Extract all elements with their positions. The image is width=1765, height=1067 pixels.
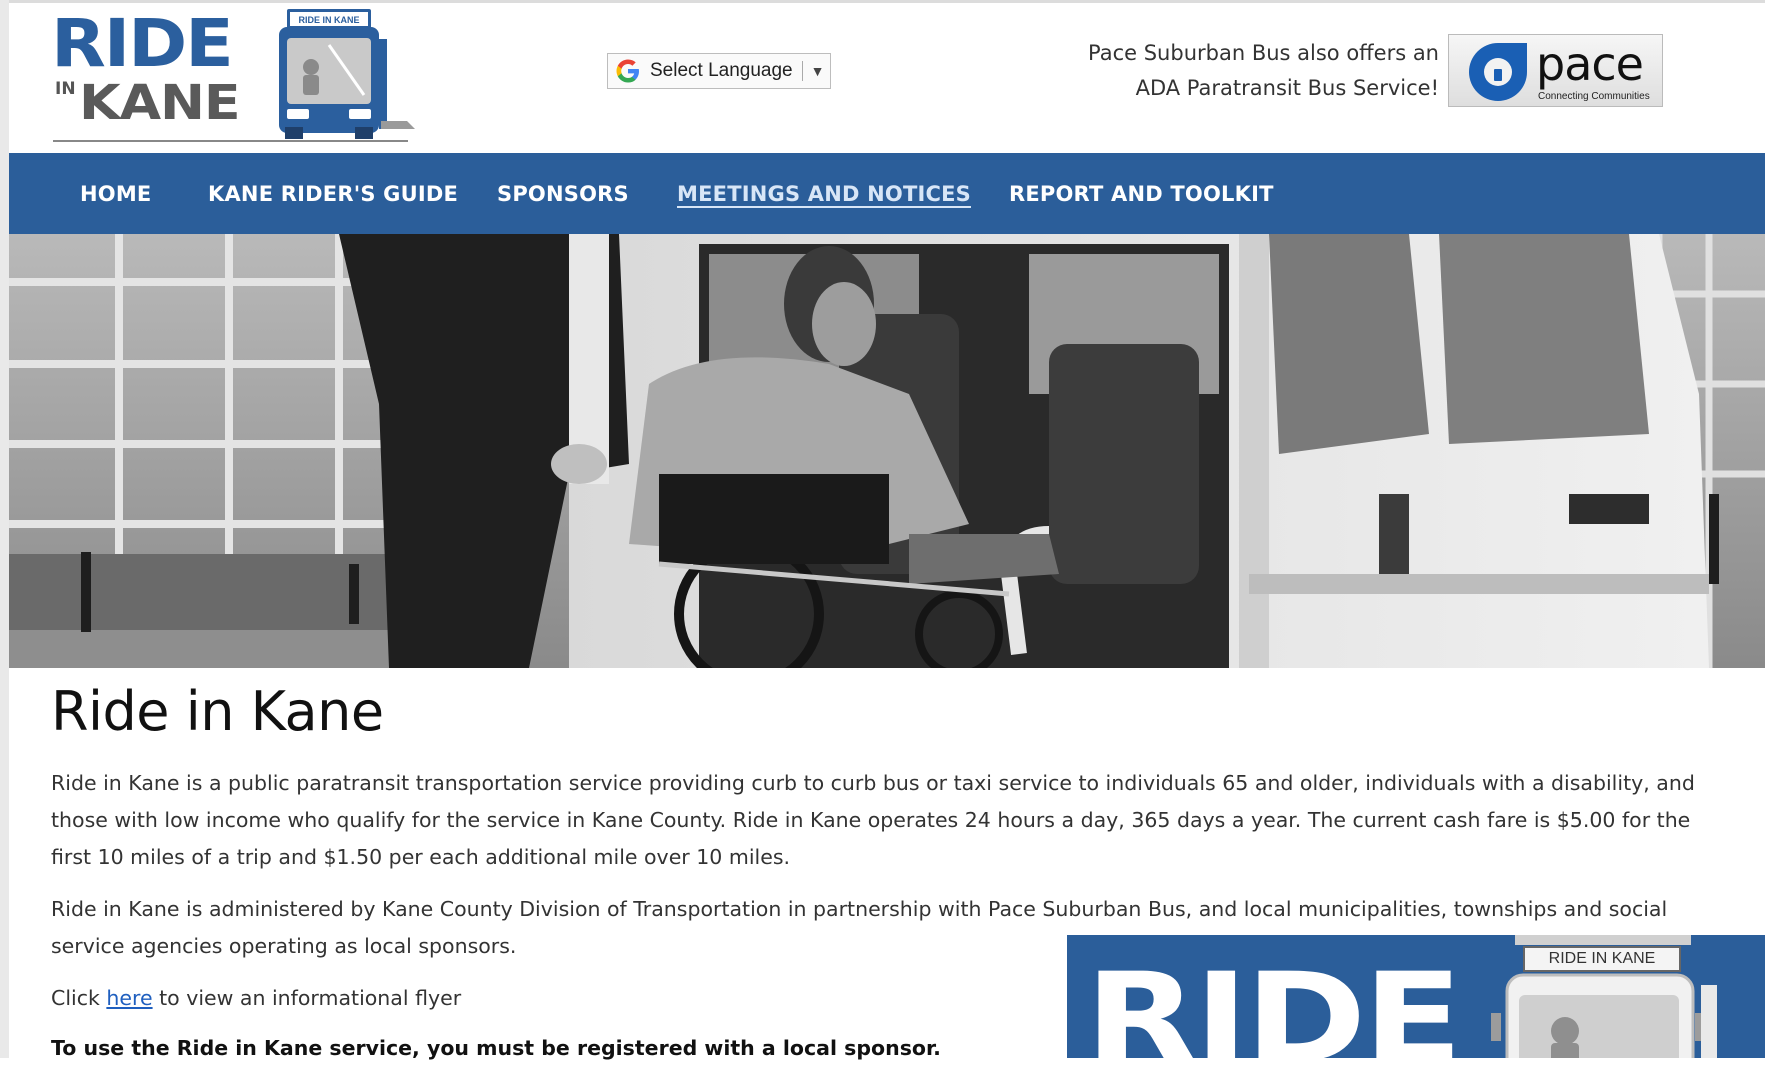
banner-bus-sign: RIDE IN KANE <box>1523 946 1681 972</box>
hero-image <box>9 234 1765 668</box>
pace-logo-tagline: Connecting Communities <box>1538 91 1650 102</box>
logo-ride-text: RIDE <box>51 5 234 82</box>
page-title: Ride in Kane <box>51 680 384 743</box>
google-g-icon <box>616 59 639 83</box>
logo-kane-text: KANE <box>79 75 241 131</box>
hero-photo <box>9 234 1765 668</box>
flyer-prefix: Click <box>51 986 107 1010</box>
intro-paragraph: Ride in Kane is a public paratransit tra… <box>51 771 1695 869</box>
pace-logo-link[interactable]: pace Connecting Communities <box>1448 34 1663 107</box>
google-translate-select[interactable]: Select Language ▼ <box>607 53 831 89</box>
nav-sponsors[interactable]: SPONSORS <box>497 153 629 234</box>
ride-in-kane-logo[interactable]: RIDE IN KANE RIDE IN KANE <box>51 5 421 147</box>
main-navigation: HOME KANE RIDER'S GUIDE SPONSORS MEETING… <box>9 153 1765 234</box>
flyer-suffix: to view an informational flyer <box>152 986 462 1010</box>
pace-promo-line1: Pace Suburban Bus also offers an <box>1088 41 1439 65</box>
logo-in-text: IN <box>55 79 76 99</box>
pace-logo-word: pace <box>1536 37 1644 91</box>
site-header: RIDE IN KANE RIDE IN KANE Select Languag… <box>9 3 1765 153</box>
pace-promo-text: Pace Suburban Bus also offers an ADA Par… <box>1088 36 1439 106</box>
pace-promo-line2: ADA Paratransit Bus Service! <box>1135 76 1439 100</box>
dropdown-arrow-icon: ▼ <box>810 63 825 79</box>
ride-in-kane-banner-image: RIDE RIDE IN KANE <box>1067 935 1765 1058</box>
pace-mark-icon <box>1469 43 1527 101</box>
window-left-edge <box>0 0 9 1058</box>
translate-label: Select Language <box>650 60 793 81</box>
nav-kane-riders-guide[interactable]: KANE RIDER'S GUIDE <box>208 153 458 234</box>
flyer-link[interactable]: here <box>106 986 152 1010</box>
bus-icon: RIDE IN KANE <box>279 9 415 139</box>
nav-report-and-toolkit[interactable]: REPORT AND TOOLKIT <box>1009 153 1274 234</box>
translate-separator <box>801 61 803 81</box>
nav-meetings-and-notices[interactable]: MEETINGS AND NOTICES <box>677 153 971 234</box>
svg-text:RIDE IN KANE: RIDE IN KANE <box>298 15 359 25</box>
banner-ride-text: RIDE <box>1085 947 1463 1058</box>
nav-home[interactable]: HOME <box>80 153 151 234</box>
